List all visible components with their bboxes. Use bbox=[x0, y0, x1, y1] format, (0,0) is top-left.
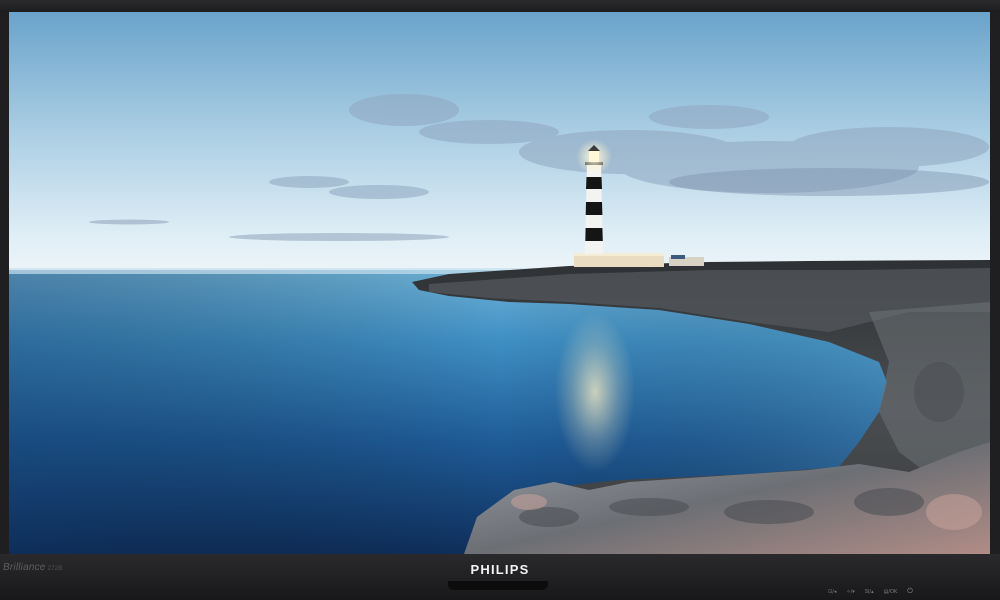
monitor: Brilliance 272B PHILIPS ⊡/◂ ✧/▾ SI/▴ ▤/OK… bbox=[0, 0, 1000, 600]
stand-notch bbox=[448, 581, 548, 590]
series-name: Brilliance bbox=[3, 562, 46, 573]
brightness-button[interactable]: ✧/▾ bbox=[846, 589, 854, 595]
wallpaper-landscape bbox=[9, 12, 990, 554]
input-source-button[interactable]: ⊡/◂ bbox=[828, 589, 836, 595]
philips-logo: PHILIPS bbox=[470, 562, 530, 577]
monitor-top-edge bbox=[0, 0, 1000, 12]
light-reflection bbox=[555, 312, 635, 472]
series-label: Brilliance 272B bbox=[3, 562, 62, 573]
lighthouse-buildings bbox=[574, 253, 704, 267]
menu-ok-button[interactable]: ▤/OK bbox=[884, 589, 898, 595]
model-number: 272B bbox=[47, 566, 63, 572]
power-icon[interactable]: ⏻ bbox=[907, 587, 913, 596]
smartimage-button[interactable]: SI/▴ bbox=[865, 589, 874, 595]
monitor-screen bbox=[9, 12, 990, 554]
osd-controls: ⊡/◂ ✧/▾ SI/▴ ▤/OK ⏻ bbox=[828, 587, 913, 596]
